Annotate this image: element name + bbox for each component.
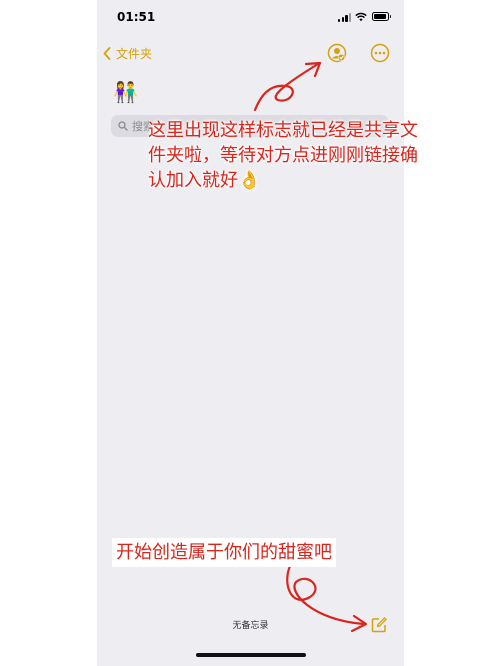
status-bar: 01:51 <box>97 0 404 36</box>
folder-title: 👫 <box>113 80 138 104</box>
status-time: 01:51 <box>117 10 156 24</box>
back-button-label: 文件夹 <box>116 46 153 61</box>
chevron-left-icon <box>103 46 111 60</box>
note-count-label: 无备忘录 <box>232 621 269 631</box>
wifi-icon <box>355 12 367 22</box>
cellular-signal-icon <box>338 13 352 22</box>
ellipsis-circle-icon[interactable] <box>370 43 390 63</box>
back-to-folders-button[interactable]: 文件夹 <box>103 43 152 63</box>
search-icon <box>118 121 128 131</box>
home-indicator <box>196 653 306 657</box>
compose-note-icon[interactable] <box>370 616 388 634</box>
battery-icon <box>372 12 391 21</box>
shared-folder-person-icon[interactable] <box>327 43 347 63</box>
annotation-caption-top: 这里出现这样标志就已经是共享文件夹啦，等待对方点进刚刚链接确认加入就好👌 <box>148 120 418 191</box>
navigation-bar: 文件夹 <box>97 36 404 70</box>
bottom-toolbar: 无备忘录 <box>97 610 404 640</box>
annotation-caption-bottom: 开始创造属于你们的甜蜜吧 <box>112 538 336 567</box>
